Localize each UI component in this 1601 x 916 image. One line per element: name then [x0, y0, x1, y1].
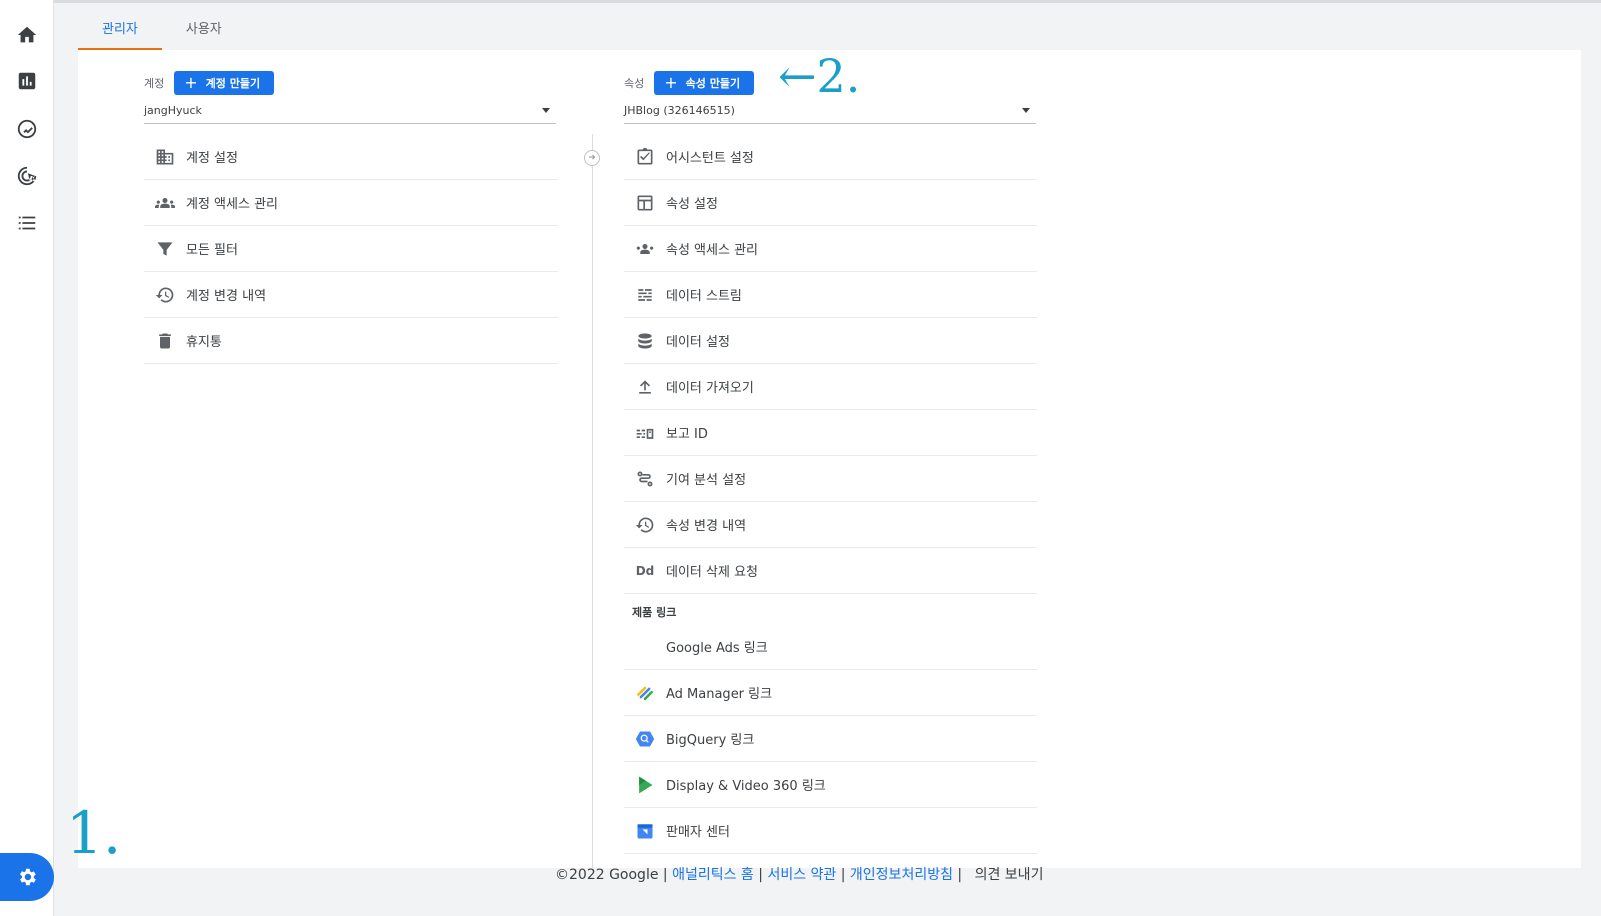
account-picker[interactable]: jangHyuck — [144, 104, 556, 124]
create-property-label: 속성 만들기 — [685, 77, 741, 90]
account-settings-item[interactable]: 계정 설정 — [144, 134, 558, 180]
assistant-settings-item[interactable]: 어시스턴트 설정 — [624, 134, 1037, 180]
plus-icon: + — [664, 73, 678, 92]
filter-icon — [144, 239, 186, 259]
reporting-id-icon — [624, 423, 666, 443]
display-video-link-item[interactable]: Display & Video 360 링크 — [624, 762, 1037, 808]
home-icon[interactable] — [15, 23, 39, 47]
account-history-item[interactable]: 계정 변경 내역 — [144, 272, 558, 318]
admin-gear-button[interactable] — [0, 853, 54, 901]
merchant-center-link-item[interactable]: 판매자 센터 — [624, 808, 1037, 854]
account-menu: 계정 설정 계정 액세스 관리 모든 필터 계정 변경 내역 휴지통 — [144, 134, 558, 364]
property-history-item[interactable]: 속성 변경 내역 — [624, 502, 1037, 548]
property-access-item[interactable]: 속성 액세스 관리 — [624, 226, 1037, 272]
property-picker[interactable]: JHBlog (326146515) — [624, 104, 1036, 124]
left-nav-rail — [0, 0, 54, 916]
data-deletion-item[interactable]: Dd 데이터 삭제 요청 — [624, 548, 1037, 594]
bigquery-icon — [624, 729, 666, 749]
attribution-icon — [624, 469, 666, 489]
property-menu: 어시스턴트 설정 속성 설정 속성 액세스 관리 데이터 스트림 데이터 설정 … — [624, 134, 1037, 854]
admin-tabs: 관리자 사용자 — [78, 8, 246, 50]
create-account-label: 계정 만들기 — [205, 77, 261, 90]
upload-icon — [624, 377, 666, 397]
tab-admin[interactable]: 관리자 — [78, 8, 162, 50]
top-border — [0, 0, 1601, 3]
create-property-button[interactable]: + 속성 만들기 — [654, 71, 755, 95]
column-divider — [592, 134, 593, 868]
admin-card: 계정 + 계정 만들기 jangHyuck 계정 설정 계정 액세스 관리 모든… — [78, 50, 1581, 868]
history-icon — [144, 285, 186, 305]
footer-link-analytics-home[interactable]: 애널리틱스 홈 — [672, 867, 754, 883]
plus-icon: + — [184, 73, 198, 92]
google-ads-link-item[interactable]: Google Ads 링크 — [624, 624, 1037, 670]
product-links-label: 제품 링크 — [632, 606, 677, 619]
account-header: 계정 + 계정 만들기 — [144, 71, 275, 95]
people-icon — [144, 193, 186, 213]
display-video-icon — [624, 775, 666, 795]
people-icon — [624, 239, 666, 259]
property-settings-item[interactable]: 속성 설정 — [624, 180, 1037, 226]
merchant-center-icon — [624, 821, 666, 841]
account-picker-value: jangHyuck — [144, 104, 202, 117]
arrow-right-icon: ➜ — [584, 150, 600, 166]
tab-user[interactable]: 사용자 — [162, 8, 246, 50]
bigquery-link-item[interactable]: BigQuery 링크 — [624, 716, 1037, 762]
property-label: 속성 — [624, 77, 645, 90]
data-import-item[interactable]: 데이터 가져오기 — [624, 364, 1037, 410]
annotation-1: 1. — [66, 799, 122, 867]
trash-icon — [144, 331, 186, 351]
ad-manager-link-item[interactable]: Ad Manager 링크 — [624, 670, 1037, 716]
footer-link-terms[interactable]: 서비스 약관 — [767, 867, 836, 883]
layout-icon — [624, 193, 666, 213]
property-picker-value: JHBlog (326146515) — [624, 104, 735, 117]
account-label: 계정 — [144, 77, 165, 90]
chevron-down-icon — [1022, 108, 1030, 113]
explore-icon[interactable] — [15, 117, 39, 141]
reporting-id-item[interactable]: 보고 ID — [624, 410, 1037, 456]
footer: ©2022 Google | 애널리틱스 홈 | 서비스 약관 | 개인정보처리… — [555, 867, 1044, 883]
history-icon — [624, 515, 666, 535]
data-streams-item[interactable]: 데이터 스트림 — [624, 272, 1037, 318]
streams-icon — [624, 285, 666, 305]
configure-icon[interactable] — [15, 211, 39, 235]
attribution-settings-item[interactable]: 기여 분석 설정 — [624, 456, 1037, 502]
account-access-item[interactable]: 계정 액세스 관리 — [144, 180, 558, 226]
annotation-2: ←2. — [778, 49, 861, 103]
footer-link-privacy[interactable]: 개인정보처리방침 — [850, 867, 953, 883]
building-icon — [144, 147, 186, 167]
chevron-down-icon — [542, 108, 550, 113]
checklist-icon — [624, 147, 666, 167]
dd-icon: Dd — [635, 563, 655, 578]
database-icon — [624, 331, 666, 351]
footer-copyright: ©2022 Google | — [555, 867, 668, 883]
create-account-button[interactable]: + 계정 만들기 — [174, 71, 275, 95]
advertising-icon[interactable] — [15, 164, 39, 188]
reports-icon[interactable] — [15, 69, 39, 93]
ad-manager-icon — [624, 683, 666, 703]
property-header: 속성 + 속성 만들기 — [624, 71, 755, 95]
footer-feedback[interactable]: 의견 보내기 — [975, 867, 1044, 883]
all-filters-item[interactable]: 모든 필터 — [144, 226, 558, 272]
data-settings-item[interactable]: 데이터 설정 — [624, 318, 1037, 364]
gear-icon — [20, 868, 36, 886]
trash-item[interactable]: 휴지통 — [144, 318, 558, 364]
